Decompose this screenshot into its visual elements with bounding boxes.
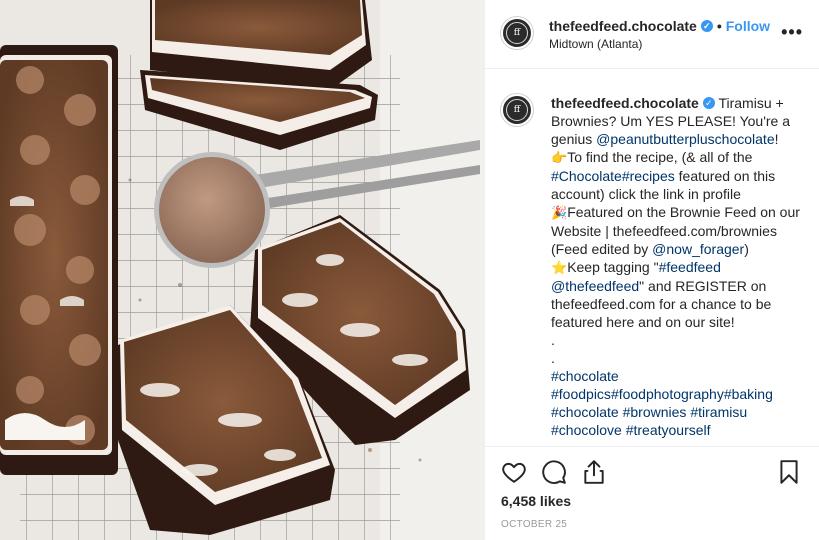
post-header: ff thefeedfeed.chocolate ✓ • Follow Midtown…: [485, 0, 819, 69]
party-popper-emoji: 🎉: [551, 205, 568, 220]
heart-icon[interactable]: [501, 459, 529, 487]
post-date[interactable]: OCTOBER 25: [501, 519, 567, 530]
header-separator: •: [716, 18, 722, 34]
brownie-slab-left: [0, 45, 118, 475]
hashtag-feedfeed[interactable]: #feedfeed: [659, 259, 721, 275]
post-actions: 6,458 likes OCTOBER 25: [485, 446, 819, 540]
hashtag-line-clipped[interactable]: #chocolove #treatyourself: [551, 422, 711, 438]
bookmark-icon[interactable]: [776, 459, 804, 487]
hashtag-chocolate-cap[interactable]: #Chocolate: [551, 168, 622, 184]
follow-button[interactable]: Follow: [726, 18, 770, 34]
post-photo-illustration: [0, 0, 484, 540]
caption-avatar-logo: ff: [506, 99, 528, 121]
post-side-panel: ff thefeedfeed.chocolate ✓ • Follow Midtown…: [484, 0, 819, 540]
caption-avatar[interactable]: ff: [501, 94, 533, 126]
comments-area[interactable]: ff thefeedfeed.chocolate ✓ Tiramisu + Bro…: [485, 70, 819, 446]
hashtag-foodpics[interactable]: #foodpics: [551, 386, 611, 402]
header-user-row: thefeedfeed.chocolate ✓ • Follow: [549, 18, 770, 34]
star-emoji: ⭐: [551, 260, 568, 275]
action-icons-row: [499, 459, 806, 487]
caption-text-7: Keep tagging ": [567, 259, 659, 275]
pointing-hand-emoji: 👉: [551, 150, 568, 165]
caption-dots: . .: [551, 332, 555, 366]
caption-text-2: !: [774, 131, 779, 147]
post-location[interactable]: Midtown (Atlanta): [549, 37, 642, 51]
hashtag-foodphotography[interactable]: #foodphotography: [611, 386, 724, 402]
caption-verified-badge-icon: ✓: [702, 97, 715, 110]
hashtag-chocolate[interactable]: #chocolate: [551, 368, 619, 384]
hashtag-recipes[interactable]: #recipes: [622, 168, 675, 184]
header-username[interactable]: thefeedfeed.chocolate: [549, 18, 697, 34]
mention-peanutbutterpluschocolate[interactable]: @peanutbutterpluschocolate: [596, 131, 774, 147]
caption-text-3: To find the recipe, (& all of the: [567, 149, 753, 165]
likes-count[interactable]: 6,458 likes: [501, 493, 571, 509]
verified-badge-icon: ✓: [700, 20, 713, 33]
share-icon[interactable]: [581, 459, 609, 487]
hashtag-tiramisu[interactable]: #tiramisu: [690, 404, 747, 420]
comment-icon[interactable]: [541, 459, 569, 487]
post-image[interactable]: [0, 0, 484, 540]
more-options-icon[interactable]: •••: [781, 22, 803, 43]
avatar-logo: ff: [506, 22, 528, 44]
mention-now-forager[interactable]: @now_forager: [652, 241, 744, 257]
caption-text-6: ): [744, 241, 749, 257]
caption-username[interactable]: thefeedfeed.chocolate: [551, 95, 699, 111]
profile-avatar[interactable]: ff: [501, 17, 533, 49]
hashtag-brownies[interactable]: #brownies: [623, 404, 687, 420]
hashtag-chocolate-2[interactable]: #chocolate: [551, 404, 619, 420]
mention-thefeedfeed[interactable]: @thefeedfeed: [551, 278, 639, 294]
post-caption: thefeedfeed.chocolate ✓ Tiramisu + Browni…: [551, 94, 805, 439]
hashtag-baking[interactable]: #baking: [724, 386, 773, 402]
